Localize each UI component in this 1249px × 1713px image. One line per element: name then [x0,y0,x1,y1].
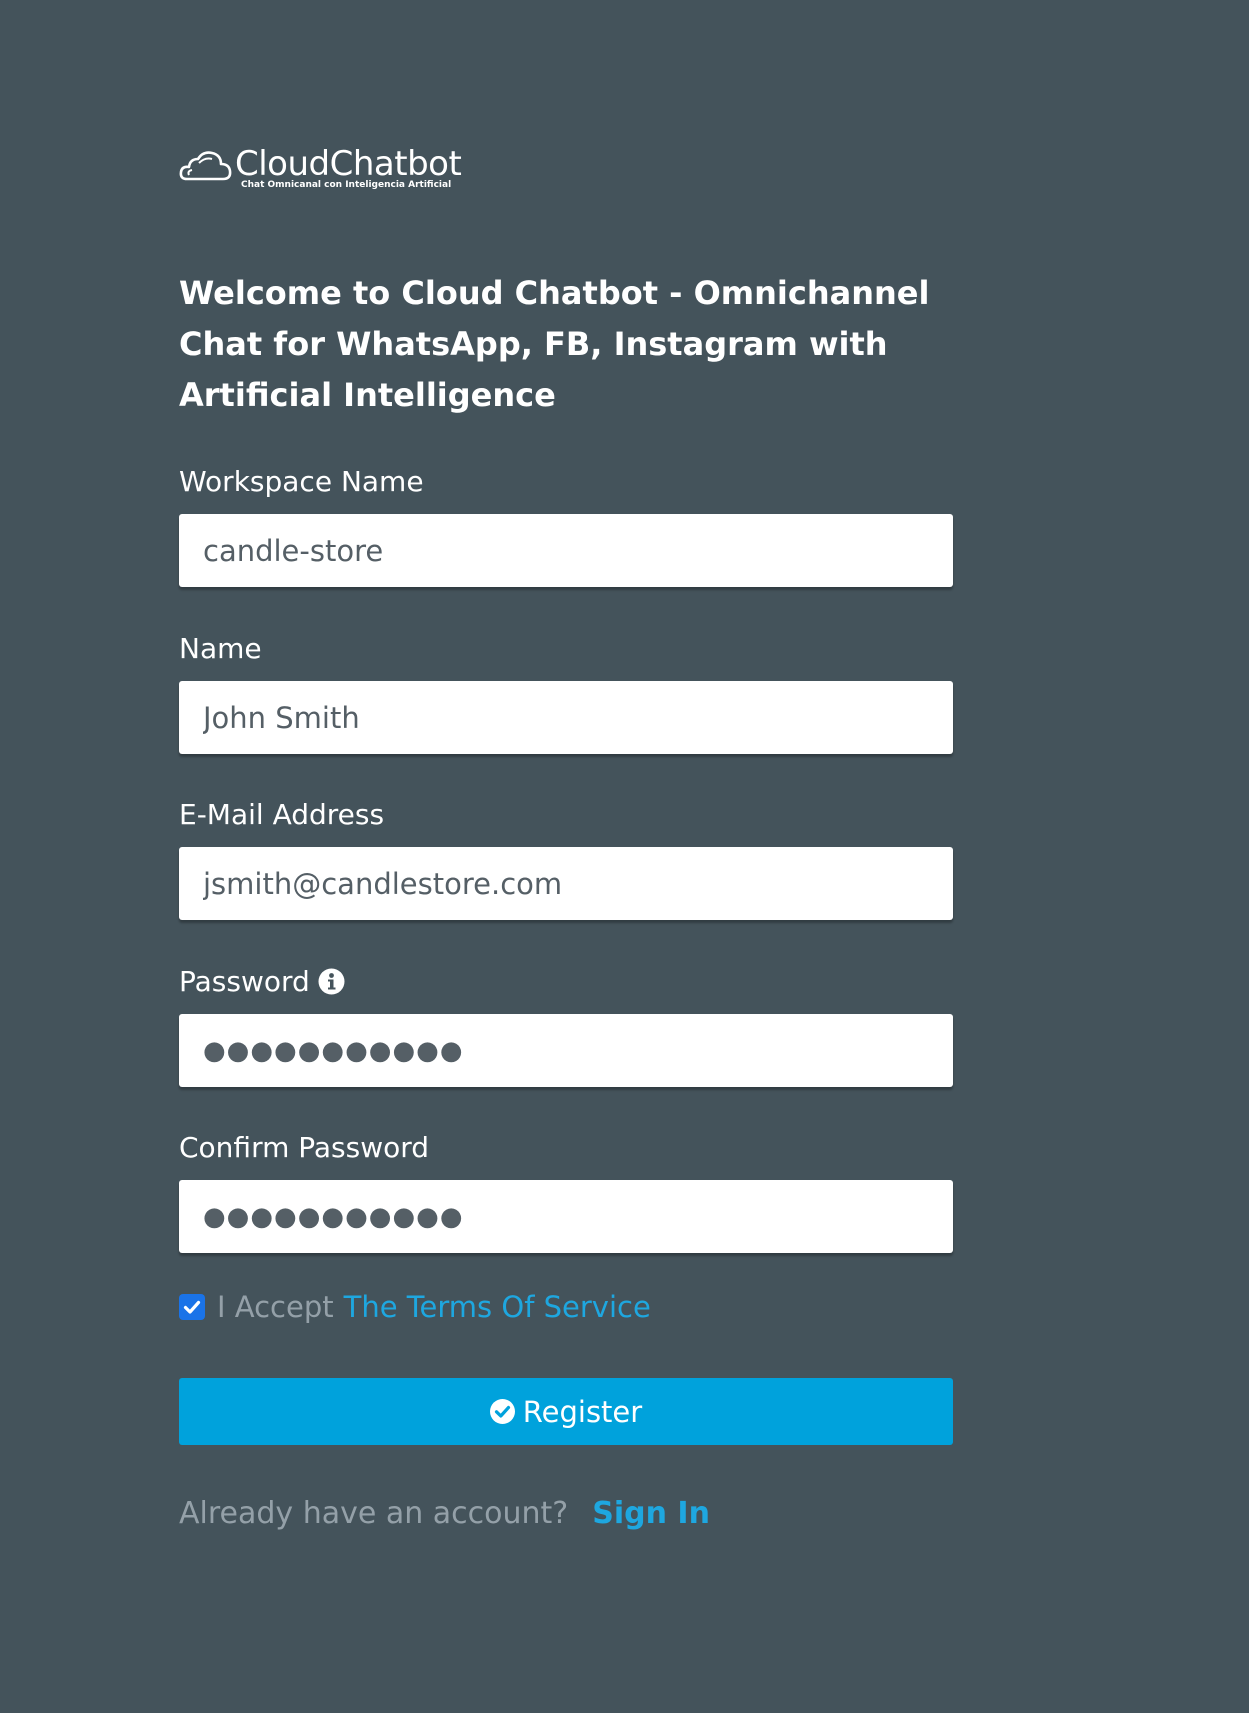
logo-tagline: Chat Omnicanal con Inteligencia Artifici… [241,180,452,190]
terms-text: I Accept [217,1290,334,1324]
cloud-logo-icon [179,151,232,181]
logo: CloudChatbot Chat Omnicanal con Intelige… [179,144,462,190]
terms-row: I Accept The Terms Of Service [179,1290,651,1324]
welcome-heading: Welcome to Cloud Chatbot - Omnichannel C… [179,274,930,414]
terms-of-service-link[interactable]: The Terms Of Service [344,1290,651,1324]
register-button-label: Register [522,1394,643,1429]
password-label: Password [179,965,345,998]
workspace-name-input[interactable] [179,514,953,587]
signin-row: Already have an account? Sign In [179,1496,710,1531]
password-input[interactable] [179,1014,953,1087]
name-label: Name [179,632,262,665]
email-input[interactable] [179,847,953,920]
check-circle-icon [489,1399,515,1424]
register-button[interactable]: Register [179,1378,953,1445]
workspace-name-label: Workspace Name [179,465,424,498]
sign-in-link[interactable]: Sign In [592,1496,710,1531]
logo-name: CloudChatbot [235,144,462,184]
info-icon[interactable] [318,968,345,995]
signin-prompt: Already have an account? [179,1496,569,1531]
checkmark-icon [183,1300,201,1314]
email-label: E-Mail Address [179,798,385,831]
confirm-password-input[interactable] [179,1180,953,1253]
confirm-password-label: Confirm Password [179,1131,430,1164]
name-input[interactable] [179,681,953,754]
terms-checkbox[interactable] [179,1294,205,1320]
